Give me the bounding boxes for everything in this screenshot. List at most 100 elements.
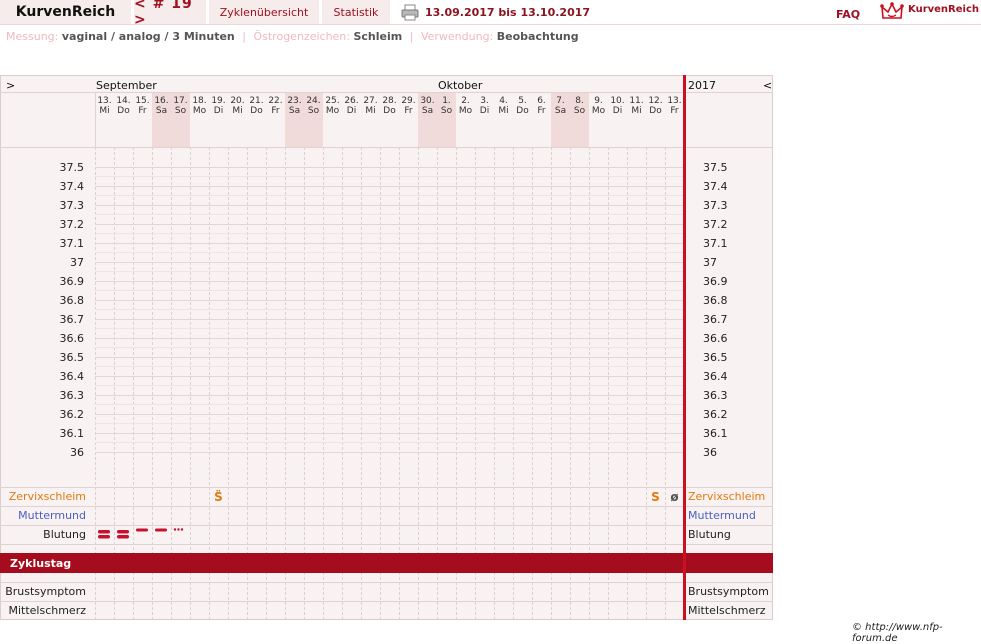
day-header[interactable]: 25. Mo [323,96,342,116]
day-number: 1. [442,96,451,106]
day-gridline [399,147,400,620]
measurement-value: vaginal / analog / 3 Minuten [61,30,235,43]
day-header[interactable]: 3. Di [475,96,494,116]
weekday: So [174,106,187,116]
day-header[interactable]: 23. Sa [285,96,304,116]
day-gridline [285,147,286,620]
cycle-nav-tab[interactable]: < # 19 > [134,0,206,28]
day-number: 27. [363,96,378,106]
cervix-mark[interactable]: S [646,490,665,504]
row-label-cycle-day: Zyklustag [10,557,72,570]
day-header[interactable]: 17. So [171,96,190,116]
day-header[interactable]: 15. Fr [133,96,152,116]
printer-icon[interactable] [401,4,419,21]
day-header[interactable]: 13. Mi [95,96,114,116]
row-label-bleeding-right: Blutung [688,528,731,541]
chart-nav-left[interactable]: > [6,79,15,92]
day-gridline [171,147,172,620]
bleeding-marks [98,528,184,539]
day-header[interactable]: 20. Mi [228,96,247,116]
day-header[interactable]: 30. Sa [418,96,437,116]
day-header[interactable]: 4. Mi [494,96,513,116]
day-header[interactable]: 19. Di [209,96,228,116]
day-number: 3. [480,96,489,106]
temp-gridline [95,452,685,453]
weekday: Fr [670,106,679,116]
cervix-mark[interactable]: ø [665,490,684,504]
weekday: Mo [458,106,473,116]
day-header[interactable]: 21. Do [247,96,266,116]
day-gridline [247,147,248,620]
tab-statistics[interactable]: Statistik [322,0,390,24]
weekday: Sa [554,106,567,116]
day-header[interactable]: 22. Fr [266,96,285,116]
temp-subgridline [95,233,685,234]
day-gridline [456,147,457,620]
day-header[interactable]: 5. Do [513,96,532,116]
brand-name[interactable]: KurvenReich [908,4,979,15]
estrogen-label: Östrogenzeichen: [253,30,350,43]
weekday: Sa [421,106,434,116]
temp-subgridline [95,195,685,196]
days-divider [0,147,773,148]
day-header[interactable]: 16. Sa [152,96,171,116]
weekday: Do [516,106,529,116]
day-header[interactable]: 26. Di [342,96,361,116]
temp-subgridline [95,385,685,386]
temp-gridline [95,300,685,301]
day-gridline [570,147,571,620]
day-header[interactable]: 29. Fr [399,96,418,116]
weekday: So [440,106,453,116]
cervix-mark[interactable]: S̈ [209,490,228,504]
day-header[interactable]: 7. Sa [551,96,570,116]
copyright[interactable]: © http://www.nfp-forum.de [852,622,981,644]
day-header[interactable]: 2. Mo [456,96,475,116]
day-header[interactable]: 11. Mi [627,96,646,116]
temp-gridline [95,395,685,396]
temp-gridline [95,167,685,168]
day-gridline [323,147,324,620]
row-divider [0,487,773,488]
header-divider [0,92,773,93]
day-number: 9. [594,96,603,106]
weekday: Mi [365,106,376,116]
day-gridline [646,147,647,620]
weekday: Sa [155,106,168,116]
app-title: KurvenReich [15,4,116,20]
temp-label-left: 36.6 [59,332,85,345]
faq-link[interactable]: FAQ [836,8,860,21]
chart-nav-right[interactable]: < [763,79,772,92]
day-header[interactable]: 24. So [304,96,323,116]
weekday: Mi [631,106,642,116]
day-number: 20. [230,96,245,106]
day-number: 14. [116,96,131,106]
day-header[interactable]: 13. Fr [665,96,684,116]
temp-gridline [95,281,685,282]
day-header[interactable]: 12. Do [646,96,665,116]
day-header[interactable]: 10. Di [608,96,627,116]
temp-gridline [95,243,685,244]
day-number: 17. [173,96,188,106]
temp-gridline [95,205,685,206]
temp-label-right: 36 [703,446,717,459]
weekday: Mo [325,106,340,116]
temp-gridline [95,357,685,358]
app-title-tab[interactable]: KurvenReich [0,0,131,24]
day-header[interactable]: 8. So [570,96,589,116]
tab-cycle-overview[interactable]: Zyklenübersicht [209,0,319,24]
day-header[interactable]: 28. Do [380,96,399,116]
day-header[interactable]: 9. Mo [589,96,608,116]
row-label-bleeding: Blutung [43,528,86,541]
day-gridline [589,147,590,620]
day-number: 18. [192,96,207,106]
day-header[interactable]: 1. So [437,96,456,116]
day-header[interactable]: 18. Mo [190,96,209,116]
weekday: Do [649,106,662,116]
weekday: Do [250,106,263,116]
day-header[interactable]: 14. Do [114,96,133,116]
day-number: 7. [556,96,565,106]
temp-label-right: 36.1 [703,427,728,440]
day-header[interactable]: 6. Fr [532,96,551,116]
day-header[interactable]: 27. Mi [361,96,380,116]
temp-subgridline [95,214,685,215]
